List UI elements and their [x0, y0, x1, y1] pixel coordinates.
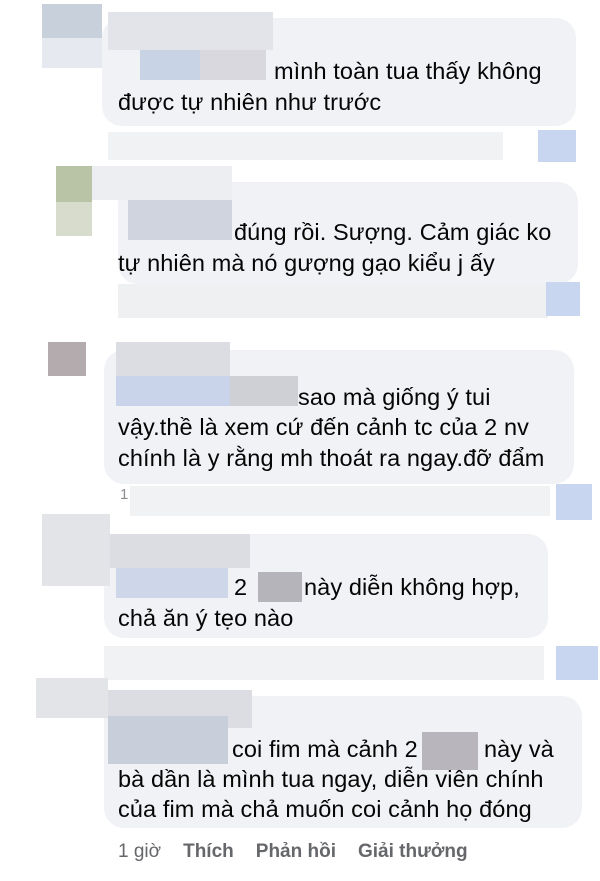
avatar-blurred[interactable] [36, 678, 108, 718]
comment-2-line-2: tự nhiên mà nó gượng gạo kiểu j ấy [118, 250, 495, 276]
reaction-blurred [546, 282, 580, 316]
like-button[interactable]: Thích [183, 841, 234, 863]
username-blurred[interactable] [116, 342, 230, 376]
username-blurred-part [108, 716, 228, 764]
comment-4-number: 2 [234, 574, 248, 600]
username-blurred[interactable] [110, 534, 250, 568]
avatar-blurred[interactable] [42, 514, 110, 586]
username-blurred-part [200, 50, 266, 80]
avatar-blurred[interactable] [56, 166, 92, 202]
username-blurred-part [116, 376, 230, 406]
comment-5-line-3: của fim mà chả muốn coi cảnh họ đóng [118, 796, 532, 822]
username-blurred-part [140, 50, 200, 80]
award-button[interactable]: Giải thưởng [358, 841, 468, 863]
reaction-blurred [538, 130, 576, 162]
comment-5-actions: 1 giờ Thích Phản hồi Giải thưởng [118, 838, 490, 866]
reaction-blurred [556, 646, 598, 680]
avatar-blurred[interactable] [42, 4, 102, 38]
comment-5-line-2: bà dần là mình tua ngay, diễn viên chính [118, 766, 544, 792]
username-blurred[interactable] [108, 12, 273, 50]
actions-blurred [108, 132, 503, 160]
actions-blurred [104, 646, 544, 680]
comment-5-line-1-end: này và [484, 736, 554, 762]
avatar-blurred-part [42, 38, 102, 68]
username-blurred-part [128, 200, 232, 240]
comment-4-line-1-rest: này diễn không hợp, [304, 574, 520, 600]
reply-button[interactable]: Phản hồi [256, 841, 336, 863]
actions-blurred [130, 486, 550, 516]
username-blurred-part [230, 376, 298, 406]
comment-time[interactable]: 1 giờ [118, 841, 161, 863]
actions-blurred [118, 284, 548, 318]
comment-3-line-2: vậy.thề là xem cứ đến cảnh tc của 2 nv [118, 414, 529, 440]
word-blurred [258, 572, 302, 602]
avatar-blurred[interactable] [48, 342, 86, 376]
comment-1-line-1: mình toàn tua thấy không [274, 58, 542, 84]
comment-5-line-1-start: coi fim mà cảnh 2 [232, 736, 418, 762]
avatar-blurred-part [56, 202, 92, 236]
username-blurred[interactable] [92, 166, 232, 200]
comment-1-line-2: được tự nhiên như trước [118, 89, 382, 115]
comment-3-line-1: sao mà giống ý tui [298, 384, 491, 410]
comment-3-time-partial: 1 [120, 486, 129, 503]
username-blurred-part [116, 568, 228, 598]
comment-4-line-2: chả ăn ý tẹo nào [118, 605, 294, 631]
comment-3-line-3: chính là y rằng mh thoát ra ngay.đỡ đẩm [118, 445, 545, 471]
reaction-blurred [556, 484, 592, 520]
comment-2-line-1: đúng rồi. Sượng. Cảm giác ko [234, 219, 552, 245]
